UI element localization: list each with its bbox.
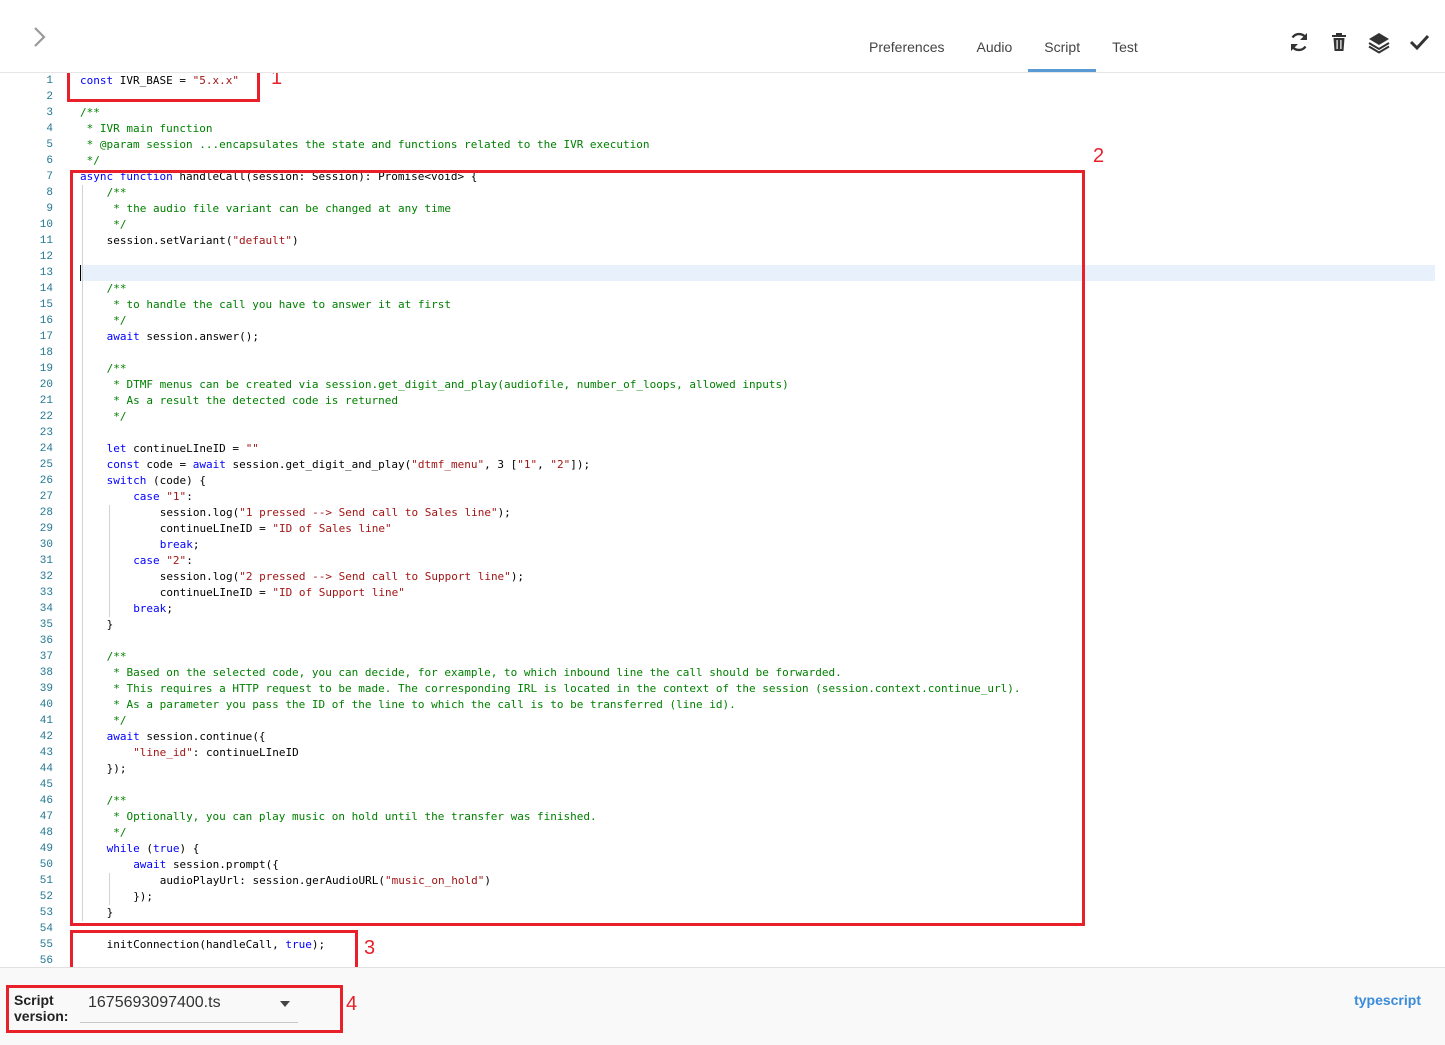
language-indicator[interactable]: typescript bbox=[1354, 992, 1421, 1008]
trash-icon[interactable] bbox=[1327, 30, 1351, 54]
chevron-right-icon[interactable] bbox=[28, 22, 52, 52]
indent-guide bbox=[108, 505, 110, 617]
line-number: 18 bbox=[39, 347, 53, 359]
toolbar bbox=[1287, 30, 1431, 54]
line-number: 41 bbox=[39, 715, 53, 727]
line-number: 8 bbox=[46, 187, 53, 199]
line-number: 31 bbox=[39, 555, 53, 567]
annotation-label-4: 4 bbox=[346, 993, 358, 1015]
line-number: 54 bbox=[39, 923, 53, 935]
annotation-box-3 bbox=[70, 930, 358, 967]
line-number: 42 bbox=[39, 731, 53, 743]
line-number: 28 bbox=[39, 507, 53, 519]
line-number: 44 bbox=[39, 763, 53, 775]
line-number: 13 bbox=[39, 267, 53, 279]
line-number: 6 bbox=[46, 155, 53, 167]
annotation-box-4 bbox=[6, 985, 343, 1033]
line-number: 20 bbox=[39, 379, 53, 391]
tab-test[interactable]: Test bbox=[1096, 30, 1154, 72]
line-number: 21 bbox=[39, 395, 53, 407]
line-number: 2 bbox=[46, 91, 53, 103]
line-number: 30 bbox=[39, 539, 53, 551]
code-line[interactable]: */ bbox=[80, 153, 100, 169]
line-number: 1 bbox=[46, 75, 53, 87]
line-number: 47 bbox=[39, 811, 53, 823]
line-number: 51 bbox=[39, 875, 53, 887]
line-number: 26 bbox=[39, 475, 53, 487]
line-number: 27 bbox=[39, 491, 53, 503]
tab-preferences[interactable]: Preferences bbox=[853, 30, 960, 72]
line-number: 17 bbox=[39, 331, 53, 343]
line-number: 11 bbox=[39, 235, 53, 247]
layers-icon[interactable] bbox=[1367, 30, 1391, 54]
line-number: 40 bbox=[39, 699, 53, 711]
code-line[interactable]: * @param session ...encapsulates the sta… bbox=[80, 137, 650, 153]
line-number: 39 bbox=[39, 683, 53, 695]
line-number: 36 bbox=[39, 635, 53, 647]
line-number: 12 bbox=[39, 251, 53, 263]
top-bar: Preferences Audio Script Test bbox=[0, 0, 1445, 73]
line-number: 55 bbox=[39, 939, 53, 951]
line-number: 35 bbox=[39, 619, 53, 631]
tab-script[interactable]: Script bbox=[1028, 30, 1096, 72]
annotation-box-2 bbox=[70, 170, 1085, 926]
line-number: 14 bbox=[39, 283, 53, 295]
line-number: 52 bbox=[39, 891, 53, 903]
line-number: 19 bbox=[39, 363, 53, 375]
tab-audio[interactable]: Audio bbox=[960, 30, 1028, 72]
line-number: 24 bbox=[39, 443, 53, 455]
line-number: 29 bbox=[39, 523, 53, 535]
line-number: 33 bbox=[39, 587, 53, 599]
line-number: 45 bbox=[39, 779, 53, 791]
line-number: 53 bbox=[39, 907, 53, 919]
line-number: 9 bbox=[46, 203, 53, 215]
line-number: 50 bbox=[39, 859, 53, 871]
annotation-box-1 bbox=[67, 73, 260, 102]
line-number: 38 bbox=[39, 667, 53, 679]
indent-guide bbox=[108, 873, 110, 905]
line-number: 16 bbox=[39, 315, 53, 327]
line-number: 43 bbox=[39, 747, 53, 759]
line-number: 56 bbox=[39, 955, 53, 967]
tab-bar: Preferences Audio Script Test bbox=[853, 30, 1154, 72]
line-number: 3 bbox=[46, 107, 53, 119]
line-number: 49 bbox=[39, 843, 53, 855]
line-number-gutter: 1 2 3 4 5 6 7 8 9 10 11 12 13 14 15 16 17 18 19 20 21 22 23 24 2… bbox=[0, 73, 60, 967]
line-number: 10 bbox=[39, 219, 53, 231]
code-line[interactable]: * IVR main function bbox=[80, 121, 213, 137]
line-number: 5 bbox=[46, 139, 53, 151]
line-number: 34 bbox=[39, 603, 53, 615]
line-number: 25 bbox=[39, 459, 53, 471]
line-number: 15 bbox=[39, 299, 53, 311]
line-number: 32 bbox=[39, 571, 53, 583]
refresh-icon[interactable] bbox=[1287, 30, 1311, 54]
footer-bar: Script version: 1675693097400.ts 4 types… bbox=[0, 967, 1445, 1045]
line-number: 7 bbox=[46, 171, 53, 183]
line-number: 22 bbox=[39, 411, 53, 423]
check-icon[interactable] bbox=[1407, 30, 1431, 54]
annotation-label-3: 3 bbox=[364, 937, 376, 959]
line-number: 4 bbox=[46, 123, 53, 135]
code-line[interactable]: /** bbox=[80, 105, 100, 121]
code-editor[interactable]: 1 2 3 4 5 6 7 8 9 10 11 12 13 14 15 16 17 18 19 20 21 22 23 24 2… bbox=[0, 73, 1445, 967]
line-number: 37 bbox=[39, 651, 53, 663]
line-number: 46 bbox=[39, 795, 53, 807]
annotation-label-2: 2 bbox=[1093, 145, 1105, 167]
annotation-label-1: 1 bbox=[271, 73, 283, 89]
indent-guide bbox=[82, 185, 83, 921]
line-number: 48 bbox=[39, 827, 53, 839]
line-number: 23 bbox=[39, 427, 53, 439]
